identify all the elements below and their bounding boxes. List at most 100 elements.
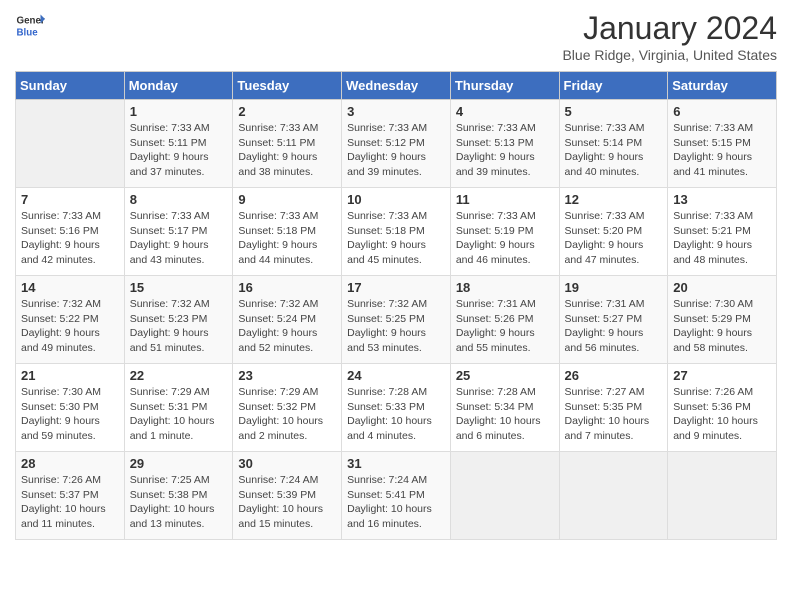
day-info: Sunrise: 7:26 AM Sunset: 5:37 PM Dayligh…: [21, 473, 119, 532]
day-info: Sunrise: 7:33 AM Sunset: 5:16 PM Dayligh…: [21, 209, 119, 268]
day-info: Sunrise: 7:33 AM Sunset: 5:21 PM Dayligh…: [673, 209, 771, 268]
day-info: Sunrise: 7:31 AM Sunset: 5:27 PM Dayligh…: [565, 297, 663, 356]
location-subtitle: Blue Ridge, Virginia, United States: [562, 47, 777, 63]
title-block: January 2024 Blue Ridge, Virginia, Unite…: [562, 10, 777, 63]
day-number: 15: [130, 280, 228, 295]
day-number: 22: [130, 368, 228, 383]
calendar-cell: 21 Sunrise: 7:30 AM Sunset: 5:30 PM Dayli…: [16, 364, 125, 452]
calendar-cell: 20 Sunrise: 7:30 AM Sunset: 5:29 PM Dayli…: [668, 276, 777, 364]
day-info: Sunrise: 7:30 AM Sunset: 5:30 PM Dayligh…: [21, 385, 119, 444]
day-info: Sunrise: 7:32 AM Sunset: 5:23 PM Dayligh…: [130, 297, 228, 356]
day-number: 26: [565, 368, 663, 383]
day-number: 14: [21, 280, 119, 295]
calendar-cell: 14 Sunrise: 7:32 AM Sunset: 5:22 PM Dayli…: [16, 276, 125, 364]
day-number: 20: [673, 280, 771, 295]
day-number: 18: [456, 280, 554, 295]
day-info: Sunrise: 7:33 AM Sunset: 5:13 PM Dayligh…: [456, 121, 554, 180]
calendar-title: January 2024: [562, 10, 777, 47]
day-info: Sunrise: 7:33 AM Sunset: 5:20 PM Dayligh…: [565, 209, 663, 268]
calendar-cell: 30 Sunrise: 7:24 AM Sunset: 5:39 PM Dayli…: [233, 452, 342, 540]
calendar-cell: 19 Sunrise: 7:31 AM Sunset: 5:27 PM Dayli…: [559, 276, 668, 364]
calendar-cell: 7 Sunrise: 7:33 AM Sunset: 5:16 PM Daylig…: [16, 188, 125, 276]
calendar-cell: 5 Sunrise: 7:33 AM Sunset: 5:14 PM Daylig…: [559, 100, 668, 188]
weekday-header: Thursday: [450, 72, 559, 100]
logo: GeneralBlue: [15, 10, 45, 40]
day-info: Sunrise: 7:25 AM Sunset: 5:38 PM Dayligh…: [130, 473, 228, 532]
calendar-cell: 8 Sunrise: 7:33 AM Sunset: 5:17 PM Daylig…: [124, 188, 233, 276]
calendar-cell: 10 Sunrise: 7:33 AM Sunset: 5:18 PM Dayli…: [342, 188, 451, 276]
calendar-cell: 4 Sunrise: 7:33 AM Sunset: 5:13 PM Daylig…: [450, 100, 559, 188]
day-info: Sunrise: 7:33 AM Sunset: 5:11 PM Dayligh…: [238, 121, 336, 180]
calendar-cell: 23 Sunrise: 7:29 AM Sunset: 5:32 PM Dayli…: [233, 364, 342, 452]
calendar-cell: 11Sunrise: 7:33 AM Sunset: 5:19 PM Dayli…: [450, 188, 559, 276]
day-number: 5: [565, 104, 663, 119]
day-number: 3: [347, 104, 445, 119]
day-number: 2: [238, 104, 336, 119]
calendar-cell: 24 Sunrise: 7:28 AM Sunset: 5:33 PM Dayli…: [342, 364, 451, 452]
logo-icon: GeneralBlue: [15, 10, 45, 40]
day-info: Sunrise: 7:32 AM Sunset: 5:25 PM Dayligh…: [347, 297, 445, 356]
day-number: 31: [347, 456, 445, 471]
day-number: 10: [347, 192, 445, 207]
day-info: Sunrise: 7:26 AM Sunset: 5:36 PM Dayligh…: [673, 385, 771, 444]
day-number: 23: [238, 368, 336, 383]
calendar-cell: 28 Sunrise: 7:26 AM Sunset: 5:37 PM Dayli…: [16, 452, 125, 540]
weekday-header: Tuesday: [233, 72, 342, 100]
day-number: 16: [238, 280, 336, 295]
calendar-cell: [16, 100, 125, 188]
calendar-cell: 13 Sunrise: 7:33 AM Sunset: 5:21 PM Dayli…: [668, 188, 777, 276]
day-number: 7: [21, 192, 119, 207]
day-number: 21: [21, 368, 119, 383]
calendar-cell: 9Sunrise: 7:33 AM Sunset: 5:18 PM Daylig…: [233, 188, 342, 276]
day-info: Sunrise: 7:33 AM Sunset: 5:17 PM Dayligh…: [130, 209, 228, 268]
calendar-cell: 31 Sunrise: 7:24 AM Sunset: 5:41 PM Dayli…: [342, 452, 451, 540]
day-info: Sunrise: 7:24 AM Sunset: 5:39 PM Dayligh…: [238, 473, 336, 532]
day-number: 29: [130, 456, 228, 471]
day-number: 17: [347, 280, 445, 295]
day-number: 28: [21, 456, 119, 471]
day-info: Sunrise: 7:28 AM Sunset: 5:34 PM Dayligh…: [456, 385, 554, 444]
day-info: Sunrise: 7:33 AM Sunset: 5:18 PM Dayligh…: [347, 209, 445, 268]
day-number: 13: [673, 192, 771, 207]
calendar-cell: [559, 452, 668, 540]
calendar-cell: 3 Sunrise: 7:33 AM Sunset: 5:12 PM Daylig…: [342, 100, 451, 188]
svg-text:Blue: Blue: [17, 28, 39, 39]
day-info: Sunrise: 7:31 AM Sunset: 5:26 PM Dayligh…: [456, 297, 554, 356]
weekday-header: Monday: [124, 72, 233, 100]
calendar-cell: [668, 452, 777, 540]
day-info: Sunrise: 7:30 AM Sunset: 5:29 PM Dayligh…: [673, 297, 771, 356]
calendar-cell: 27Sunrise: 7:26 AM Sunset: 5:36 PM Dayli…: [668, 364, 777, 452]
day-info: Sunrise: 7:33 AM Sunset: 5:12 PM Dayligh…: [347, 121, 445, 180]
day-number: 1: [130, 104, 228, 119]
day-number: 6: [673, 104, 771, 119]
day-info: Sunrise: 7:33 AM Sunset: 5:11 PM Dayligh…: [130, 121, 228, 180]
day-number: 8: [130, 192, 228, 207]
day-number: 4: [456, 104, 554, 119]
calendar-cell: 18 Sunrise: 7:31 AM Sunset: 5:26 PM Dayli…: [450, 276, 559, 364]
calendar-cell: 17 Sunrise: 7:32 AM Sunset: 5:25 PM Dayli…: [342, 276, 451, 364]
weekday-header: Wednesday: [342, 72, 451, 100]
day-info: Sunrise: 7:32 AM Sunset: 5:22 PM Dayligh…: [21, 297, 119, 356]
day-number: 24: [347, 368, 445, 383]
calendar-cell: 29 Sunrise: 7:25 AM Sunset: 5:38 PM Dayli…: [124, 452, 233, 540]
day-number: 30: [238, 456, 336, 471]
calendar-cell: 12Sunrise: 7:33 AM Sunset: 5:20 PM Dayli…: [559, 188, 668, 276]
calendar-cell: [450, 452, 559, 540]
day-info: Sunrise: 7:32 AM Sunset: 5:24 PM Dayligh…: [238, 297, 336, 356]
weekday-header: Friday: [559, 72, 668, 100]
day-info: Sunrise: 7:33 AM Sunset: 5:19 PM Dayligh…: [456, 209, 554, 268]
calendar-cell: 2 Sunrise: 7:33 AM Sunset: 5:11 PM Daylig…: [233, 100, 342, 188]
day-info: Sunrise: 7:33 AM Sunset: 5:14 PM Dayligh…: [565, 121, 663, 180]
day-info: Sunrise: 7:33 AM Sunset: 5:15 PM Dayligh…: [673, 121, 771, 180]
day-info: Sunrise: 7:29 AM Sunset: 5:32 PM Dayligh…: [238, 385, 336, 444]
calendar-cell: 22Sunrise: 7:29 AM Sunset: 5:31 PM Dayli…: [124, 364, 233, 452]
calendar-cell: 15 Sunrise: 7:32 AM Sunset: 5:23 PM Dayli…: [124, 276, 233, 364]
calendar-cell: 25 Sunrise: 7:28 AM Sunset: 5:34 PM Dayli…: [450, 364, 559, 452]
calendar-cell: 6 Sunrise: 7:33 AM Sunset: 5:15 PM Daylig…: [668, 100, 777, 188]
day-info: Sunrise: 7:28 AM Sunset: 5:33 PM Dayligh…: [347, 385, 445, 444]
day-number: 19: [565, 280, 663, 295]
day-number: 25: [456, 368, 554, 383]
calendar-cell: 1 Sunrise: 7:33 AM Sunset: 5:11 PM Daylig…: [124, 100, 233, 188]
day-info: Sunrise: 7:24 AM Sunset: 5:41 PM Dayligh…: [347, 473, 445, 532]
page-header: GeneralBlue January 2024 Blue Ridge, Vir…: [15, 10, 777, 63]
